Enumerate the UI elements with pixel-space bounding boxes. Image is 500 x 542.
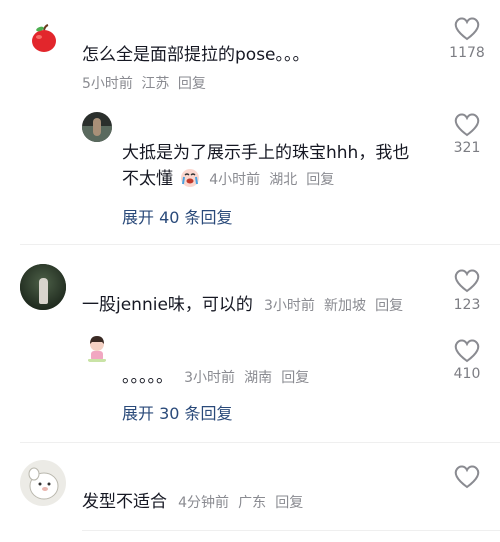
avatar[interactable] bbox=[20, 460, 66, 506]
comment-text: 发型不适合 bbox=[82, 492, 167, 512]
comment-time: 3小时前 bbox=[264, 298, 315, 314]
comment-location: 江苏 bbox=[141, 76, 170, 92]
reply-button[interactable]: 回复 bbox=[275, 495, 303, 511]
reply-button[interactable]: 回复 bbox=[306, 172, 334, 188]
comment-time: 5小时前 bbox=[82, 76, 133, 92]
divider bbox=[20, 442, 500, 443]
expand-replies-button[interactable]: 展开 40 条回复 bbox=[122, 204, 233, 228]
avatar-photo-figure bbox=[93, 118, 101, 136]
cartoon-girl-icon bbox=[88, 336, 106, 362]
reply-location: 湖南 bbox=[244, 370, 273, 386]
reply-text: 。。。。。 bbox=[122, 367, 173, 387]
like-count: 410 bbox=[453, 366, 481, 382]
reply-button[interactable]: 回复 bbox=[281, 370, 309, 386]
comment-location: 广东 bbox=[238, 495, 267, 511]
like-count: 321 bbox=[453, 140, 481, 156]
avatar[interactable] bbox=[20, 264, 66, 310]
reply-button[interactable]: 回复 bbox=[375, 298, 403, 314]
comment-meta: 5小时前 江苏 回复 bbox=[82, 73, 206, 93]
avatar-photo-figure bbox=[39, 278, 48, 304]
like-heart-icon[interactable] bbox=[452, 336, 482, 364]
comment-time: 4分钟前 bbox=[178, 495, 230, 511]
comment-text: 一股jennie味，可以的 bbox=[82, 295, 253, 315]
cartoon-animal-icon bbox=[28, 467, 59, 500]
divider bbox=[82, 530, 500, 531]
like-heart-icon[interactable] bbox=[452, 266, 482, 294]
reply-location: 湖北 bbox=[269, 172, 298, 188]
comment-text: 怎么全是面部提拉的pose。。。 bbox=[82, 45, 310, 65]
like-heart-icon[interactable] bbox=[452, 14, 482, 42]
divider bbox=[20, 244, 500, 245]
reply-text-line2-row: 不太懂 4小时前 湖北 回复 bbox=[122, 168, 334, 190]
like-count: 123 bbox=[453, 297, 481, 313]
comment-location: 新加坡 bbox=[324, 298, 367, 314]
apple-emoji-icon bbox=[32, 24, 56, 52]
like-heart-icon[interactable] bbox=[452, 462, 482, 490]
avatar[interactable] bbox=[82, 112, 112, 142]
expand-replies-button[interactable]: 展开 30 条回复 bbox=[122, 400, 233, 424]
reply-row: 。。。。。 3小时前 湖南 回复 bbox=[122, 366, 309, 388]
avatar[interactable] bbox=[82, 334, 112, 364]
like-count: 1178 bbox=[449, 45, 485, 61]
reply-text-line2: 不太懂 bbox=[122, 169, 173, 189]
reply-time: 4小时前 bbox=[209, 172, 261, 188]
comment-row: 发型不适合 4分钟前 广东 回复 bbox=[82, 491, 303, 513]
crying-face-icon bbox=[181, 169, 200, 187]
like-heart-icon[interactable] bbox=[452, 110, 482, 138]
reply-button[interactable]: 回复 bbox=[178, 76, 206, 92]
comment-row: 一股jennie味，可以的 3小时前 新加坡 回复 bbox=[82, 294, 403, 316]
avatar[interactable] bbox=[26, 20, 62, 56]
reply-time: 3小时前 bbox=[184, 370, 236, 386]
reply-text-line1: 大抵是为了展示手上的珠宝hhh，我也 bbox=[122, 143, 410, 163]
